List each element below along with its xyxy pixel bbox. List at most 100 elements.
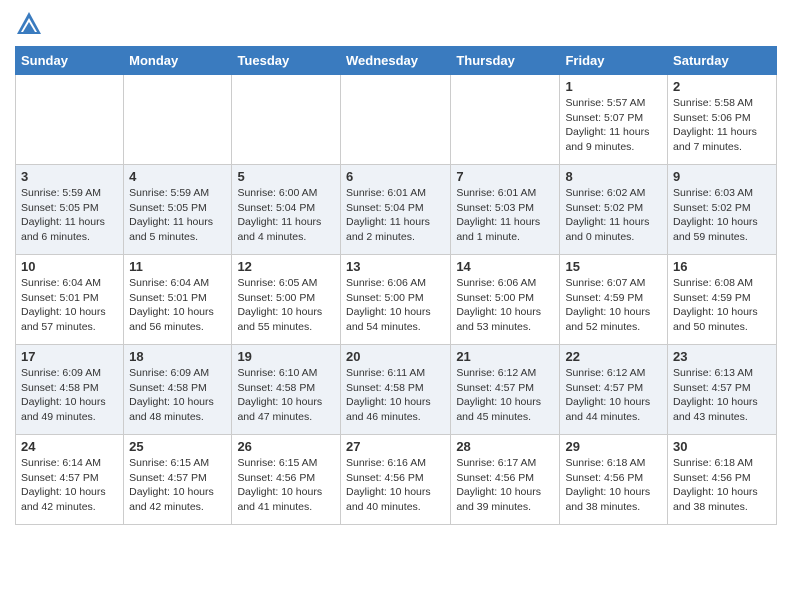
day-info: Sunrise: 6:13 AM Sunset: 4:57 PM Dayligh… <box>673 366 771 425</box>
day-number: 26 <box>237 439 335 454</box>
day-info: Sunrise: 6:17 AM Sunset: 4:56 PM Dayligh… <box>456 456 554 515</box>
calendar-cell: 15 Sunrise: 6:07 AM Sunset: 4:59 PM Dayli… <box>560 255 668 345</box>
day-info: Sunrise: 6:05 AM Sunset: 5:00 PM Dayligh… <box>237 276 335 335</box>
day-number: 2 <box>673 79 771 94</box>
weekday-header: Saturday <box>668 47 777 75</box>
day-info: Sunrise: 6:18 AM Sunset: 4:56 PM Dayligh… <box>673 456 771 515</box>
day-info: Sunrise: 6:18 AM Sunset: 4:56 PM Dayligh… <box>565 456 662 515</box>
day-info: Sunrise: 6:06 AM Sunset: 5:00 PM Dayligh… <box>346 276 445 335</box>
calendar-cell: 28 Sunrise: 6:17 AM Sunset: 4:56 PM Dayli… <box>451 435 560 525</box>
calendar-cell: 12 Sunrise: 6:05 AM Sunset: 5:00 PM Dayli… <box>232 255 341 345</box>
day-number: 12 <box>237 259 335 274</box>
day-number: 9 <box>673 169 771 184</box>
calendar-cell: 17 Sunrise: 6:09 AM Sunset: 4:58 PM Dayli… <box>16 345 124 435</box>
calendar-cell: 3Sunrise: 5:59 AM Sunset: 5:05 PM Daylig… <box>16 165 124 255</box>
day-number: 30 <box>673 439 771 454</box>
day-number: 21 <box>456 349 554 364</box>
calendar-cell: 26 Sunrise: 6:15 AM Sunset: 4:56 PM Dayli… <box>232 435 341 525</box>
calendar-cell: 2 Sunrise: 5:58 AM Sunset: 5:06 PM Daylig… <box>668 75 777 165</box>
calendar-cell: 23 Sunrise: 6:13 AM Sunset: 4:57 PM Dayli… <box>668 345 777 435</box>
day-info: Sunrise: 6:10 AM Sunset: 4:58 PM Dayligh… <box>237 366 335 425</box>
calendar-week-row: 3Sunrise: 5:59 AM Sunset: 5:05 PM Daylig… <box>16 165 777 255</box>
day-number: 7 <box>456 169 554 184</box>
day-info: Sunrise: 6:00 AM Sunset: 5:04 PM Dayligh… <box>237 186 335 245</box>
day-number: 6 <box>346 169 445 184</box>
calendar-week-row: 1Sunrise: 5:57 AM Sunset: 5:07 PM Daylig… <box>16 75 777 165</box>
calendar-cell <box>451 75 560 165</box>
day-number: 19 <box>237 349 335 364</box>
logo <box>15 10 45 38</box>
day-info: Sunrise: 6:02 AM Sunset: 5:02 PM Dayligh… <box>565 186 662 245</box>
header <box>15 10 777 38</box>
day-number: 14 <box>456 259 554 274</box>
calendar-cell: 7Sunrise: 6:01 AM Sunset: 5:03 PM Daylig… <box>451 165 560 255</box>
day-info: Sunrise: 6:12 AM Sunset: 4:57 PM Dayligh… <box>565 366 662 425</box>
calendar-cell: 6 Sunrise: 6:01 AM Sunset: 5:04 PM Daylig… <box>340 165 450 255</box>
calendar-cell: 1Sunrise: 5:57 AM Sunset: 5:07 PM Daylig… <box>560 75 668 165</box>
logo-icon <box>15 10 43 38</box>
day-info: Sunrise: 5:58 AM Sunset: 5:06 PM Dayligh… <box>673 96 771 155</box>
day-number: 4 <box>129 169 226 184</box>
day-number: 29 <box>565 439 662 454</box>
calendar-cell: 5 Sunrise: 6:00 AM Sunset: 5:04 PM Daylig… <box>232 165 341 255</box>
day-number: 10 <box>21 259 118 274</box>
day-info: Sunrise: 6:15 AM Sunset: 4:57 PM Dayligh… <box>129 456 226 515</box>
calendar-week-row: 24Sunrise: 6:14 AM Sunset: 4:57 PM Dayli… <box>16 435 777 525</box>
day-number: 20 <box>346 349 445 364</box>
day-info: Sunrise: 6:07 AM Sunset: 4:59 PM Dayligh… <box>565 276 662 335</box>
calendar-table: SundayMondayTuesdayWednesdayThursdayFrid… <box>15 46 777 525</box>
day-number: 23 <box>673 349 771 364</box>
calendar-cell: 11 Sunrise: 6:04 AM Sunset: 5:01 PM Dayli… <box>124 255 232 345</box>
calendar-cell: 10 Sunrise: 6:04 AM Sunset: 5:01 PM Dayli… <box>16 255 124 345</box>
calendar-cell: 13Sunrise: 6:06 AM Sunset: 5:00 PM Dayli… <box>340 255 450 345</box>
calendar-week-row: 10 Sunrise: 6:04 AM Sunset: 5:01 PM Dayli… <box>16 255 777 345</box>
day-info: Sunrise: 6:09 AM Sunset: 4:58 PM Dayligh… <box>21 366 118 425</box>
calendar-cell: 16 Sunrise: 6:08 AM Sunset: 4:59 PM Dayli… <box>668 255 777 345</box>
day-info: Sunrise: 6:15 AM Sunset: 4:56 PM Dayligh… <box>237 456 335 515</box>
weekday-header-row: SundayMondayTuesdayWednesdayThursdayFrid… <box>16 47 777 75</box>
day-info: Sunrise: 5:59 AM Sunset: 5:05 PM Dayligh… <box>129 186 226 245</box>
day-number: 18 <box>129 349 226 364</box>
day-info: Sunrise: 6:11 AM Sunset: 4:58 PM Dayligh… <box>346 366 445 425</box>
weekday-header: Tuesday <box>232 47 341 75</box>
weekday-header: Sunday <box>16 47 124 75</box>
day-info: Sunrise: 6:06 AM Sunset: 5:00 PM Dayligh… <box>456 276 554 335</box>
day-info: Sunrise: 6:04 AM Sunset: 5:01 PM Dayligh… <box>21 276 118 335</box>
calendar-cell <box>124 75 232 165</box>
day-number: 22 <box>565 349 662 364</box>
day-info: Sunrise: 6:09 AM Sunset: 4:58 PM Dayligh… <box>129 366 226 425</box>
weekday-header: Wednesday <box>340 47 450 75</box>
day-number: 16 <box>673 259 771 274</box>
day-number: 24 <box>21 439 118 454</box>
day-info: Sunrise: 5:59 AM Sunset: 5:05 PM Dayligh… <box>21 186 118 245</box>
day-number: 15 <box>565 259 662 274</box>
calendar-cell: 22 Sunrise: 6:12 AM Sunset: 4:57 PM Dayli… <box>560 345 668 435</box>
calendar-cell: 14 Sunrise: 6:06 AM Sunset: 5:00 PM Dayli… <box>451 255 560 345</box>
calendar-cell: 20 Sunrise: 6:11 AM Sunset: 4:58 PM Dayli… <box>340 345 450 435</box>
weekday-header: Monday <box>124 47 232 75</box>
day-info: Sunrise: 6:08 AM Sunset: 4:59 PM Dayligh… <box>673 276 771 335</box>
day-number: 28 <box>456 439 554 454</box>
day-info: Sunrise: 6:12 AM Sunset: 4:57 PM Dayligh… <box>456 366 554 425</box>
calendar-cell: 19 Sunrise: 6:10 AM Sunset: 4:58 PM Dayli… <box>232 345 341 435</box>
calendar-cell: 4 Sunrise: 5:59 AM Sunset: 5:05 PM Daylig… <box>124 165 232 255</box>
calendar-cell <box>232 75 341 165</box>
calendar-cell: 29 Sunrise: 6:18 AM Sunset: 4:56 PM Dayli… <box>560 435 668 525</box>
calendar-cell <box>340 75 450 165</box>
day-info: Sunrise: 6:16 AM Sunset: 4:56 PM Dayligh… <box>346 456 445 515</box>
calendar-cell: 18 Sunrise: 6:09 AM Sunset: 4:58 PM Dayli… <box>124 345 232 435</box>
day-number: 8 <box>565 169 662 184</box>
day-number: 5 <box>237 169 335 184</box>
calendar-cell: 9 Sunrise: 6:03 AM Sunset: 5:02 PM Daylig… <box>668 165 777 255</box>
day-number: 1 <box>565 79 662 94</box>
day-number: 25 <box>129 439 226 454</box>
day-info: Sunrise: 6:01 AM Sunset: 5:04 PM Dayligh… <box>346 186 445 245</box>
day-number: 17 <box>21 349 118 364</box>
calendar-cell <box>16 75 124 165</box>
day-info: Sunrise: 6:04 AM Sunset: 5:01 PM Dayligh… <box>129 276 226 335</box>
calendar-cell: 24Sunrise: 6:14 AM Sunset: 4:57 PM Dayli… <box>16 435 124 525</box>
day-info: Sunrise: 6:03 AM Sunset: 5:02 PM Dayligh… <box>673 186 771 245</box>
day-number: 27 <box>346 439 445 454</box>
day-number: 11 <box>129 259 226 274</box>
calendar-week-row: 17 Sunrise: 6:09 AM Sunset: 4:58 PM Dayli… <box>16 345 777 435</box>
